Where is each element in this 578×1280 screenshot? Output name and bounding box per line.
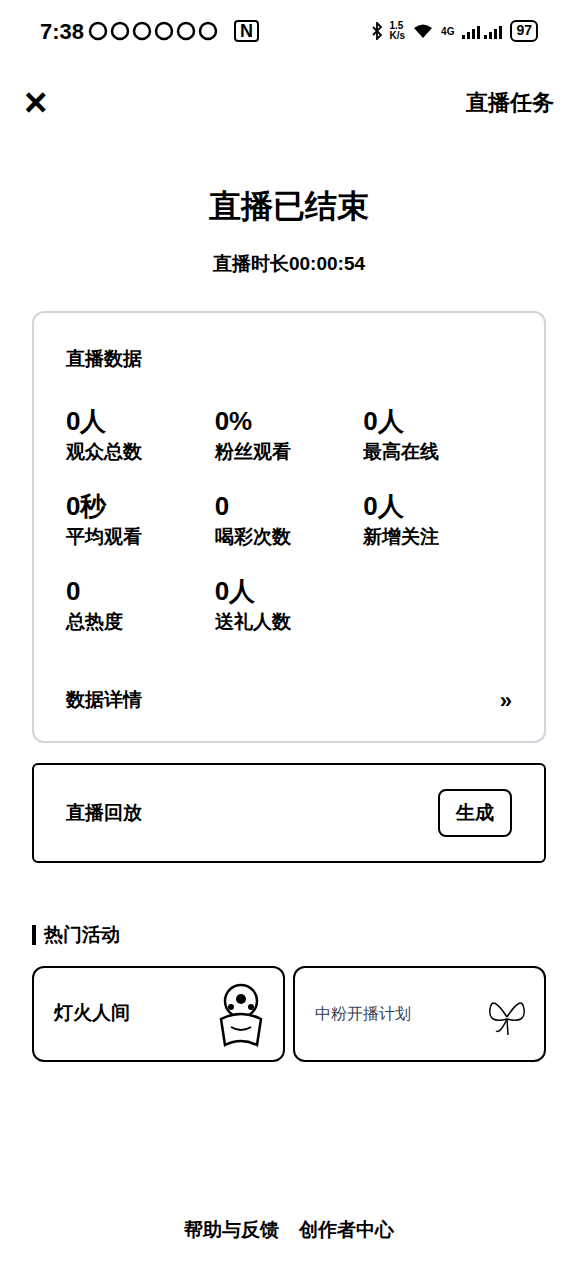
network-type: 4G [441, 24, 454, 39]
stat-value: 0% [215, 405, 364, 438]
stat-item: 0秒平均观看 [66, 490, 215, 551]
stats-card: 直播数据0人观众总数0%粉丝观看0人最高在线0秒平均观看0喝彩次数0人新增关注0… [32, 311, 546, 744]
activity-card[interactable]: 灯火人间 [32, 966, 285, 1062]
stat-label: 喝彩次数 [215, 523, 364, 552]
stats-title: 直播数据 [66, 345, 512, 374]
chevron-right-icon: » [500, 684, 512, 717]
activity-label: 灯火人间 [54, 999, 130, 1028]
live-ended-screen: 7:38 N 1.5K/s 4G 97 × 直播任务直播已结束直播时长00:00:54 直播数… [0, 0, 578, 1280]
close-button[interactable]: × [24, 82, 47, 122]
stat-item: 0人观众总数 [66, 405, 215, 466]
wifi-icon [413, 23, 433, 39]
data-details-label: 数据详情 [66, 686, 142, 715]
stat-label: 观众总数 [66, 438, 215, 467]
status-time: 7:38 [40, 15, 84, 48]
replay-card: 直播回放 生成 [32, 763, 546, 863]
generate-button[interactable]: 生成 [438, 789, 512, 838]
stat-value: 0人 [363, 405, 512, 438]
stat-value: 0秒 [66, 490, 215, 523]
stat-label: 平均观看 [66, 523, 215, 552]
activities-grid: 灯火人间 中粉开播计划 [32, 966, 546, 1062]
network-speed-unit: K/s [390, 31, 406, 41]
page-title: 直播已结束 [0, 182, 578, 230]
nfc-indicator: N [234, 20, 259, 42]
footer-link[interactable]: 帮助与反馈 [184, 1216, 279, 1245]
stat-value: 0人 [66, 405, 215, 438]
data-details-row[interactable]: 数据详情 » [66, 684, 512, 717]
stat-item: 0人送礼人数 [215, 575, 364, 636]
stat-item: 0人新增关注 [363, 490, 512, 551]
activities-title: 热门活动 [44, 921, 120, 950]
bluetooth-icon [372, 22, 382, 40]
stat-value: 0 [66, 575, 215, 608]
stat-label: 最高在线 [363, 438, 512, 467]
stat-value: 0 [215, 490, 364, 523]
footer-link[interactable]: 创作者中心 [299, 1216, 394, 1245]
lion-mascot-icon [211, 979, 271, 1049]
stat-label: 新增关注 [363, 523, 512, 552]
stat-item: 0%粉丝观看 [215, 405, 364, 466]
stat-value: 0人 [215, 575, 364, 608]
live-tasks-button[interactable]: 直播任务 [466, 86, 554, 119]
top-bar: × 直播任务 [0, 82, 578, 122]
activity-label: 中粉开播计划 [315, 1002, 411, 1026]
stat-label: 粉丝观看 [215, 438, 364, 467]
stat-item: 0喝彩次数 [215, 490, 364, 551]
activity-card[interactable]: 中粉开播计划 [293, 966, 546, 1062]
network-speed: 1.5 [390, 21, 406, 31]
status-bar: 7:38 N 1.5K/s 4G 97 [0, 0, 578, 50]
live-duration: 直播时长00:00:54 [0, 250, 578, 279]
stat-value: 0人 [363, 490, 512, 523]
stat-item: 0总热度 [66, 575, 215, 636]
footer-links: 帮助与反馈创作者中心 [0, 1216, 578, 1245]
section-marker [32, 925, 36, 945]
signal-icon [462, 23, 502, 39]
notification-icons [88, 21, 218, 41]
stat-label: 送礼人数 [215, 608, 364, 637]
stat-item: 0人最高在线 [363, 405, 512, 466]
stat-label: 总热度 [66, 608, 215, 637]
battery-indicator: 97 [510, 20, 538, 42]
butterfly-icon [482, 989, 532, 1039]
stats-grid: 0人观众总数0%粉丝观看0人最高在线0秒平均观看0喝彩次数0人新增关注0总热度0… [66, 405, 512, 636]
replay-label: 直播回放 [66, 799, 142, 828]
activities-section: 热门活动灯火人间 中粉开播计划 [32, 921, 546, 1062]
